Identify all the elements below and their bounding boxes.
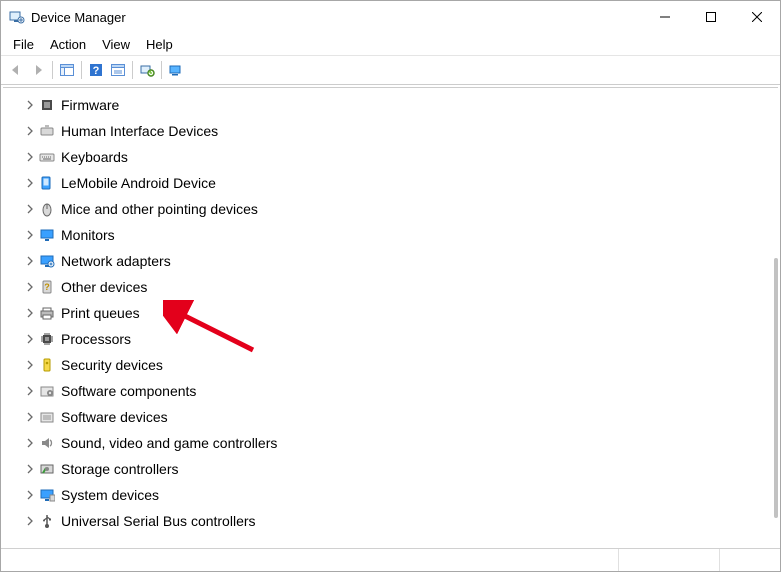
content-area: Firmware Human Interface Devices Keyboards… (3, 87, 778, 546)
tree-item-label: Software components (61, 383, 196, 399)
tree-item[interactable]: ? Other devices (23, 274, 778, 300)
tree-item[interactable]: Monitors (23, 222, 778, 248)
chevron-right-icon[interactable] (23, 306, 37, 320)
tree-item[interactable]: Processors (23, 326, 778, 352)
app-icon (9, 9, 25, 25)
status-cell-1 (1, 549, 619, 571)
mouse-icon (39, 201, 55, 217)
titlebar: Device Manager (1, 1, 780, 33)
menu-action[interactable]: Action (42, 35, 94, 54)
chevron-right-icon[interactable] (23, 150, 37, 164)
chevron-right-icon[interactable] (23, 254, 37, 268)
menu-help[interactable]: Help (138, 35, 181, 54)
swcomp-icon (39, 383, 55, 399)
chevron-right-icon[interactable] (23, 202, 37, 216)
tree-item[interactable]: Human Interface Devices (23, 118, 778, 144)
keyboard-icon (39, 149, 55, 165)
show-hide-console-tree-button[interactable] (56, 59, 78, 81)
window-title: Device Manager (31, 10, 126, 25)
tree-item[interactable]: Mice and other pointing devices (23, 196, 778, 222)
tree-item[interactable]: System devices (23, 482, 778, 508)
tree-item-label: Sound, video and game controllers (61, 435, 277, 451)
tree-item-label: Processors (61, 331, 131, 347)
tree-item[interactable]: LeMobile Android Device (23, 170, 778, 196)
tree-item-label: Human Interface Devices (61, 123, 218, 139)
window-controls (642, 1, 780, 33)
properties-button[interactable] (107, 59, 129, 81)
tree-item[interactable]: Network adapters (23, 248, 778, 274)
scan-hardware-button[interactable] (136, 59, 158, 81)
device-tree[interactable]: Firmware Human Interface Devices Keyboards… (3, 88, 778, 546)
chevron-right-icon[interactable] (23, 462, 37, 476)
tree-item-label: Firmware (61, 97, 119, 113)
help-button[interactable]: ? (85, 59, 107, 81)
security-icon (39, 357, 55, 373)
chevron-right-icon[interactable] (23, 124, 37, 138)
toolbar: ? (1, 56, 780, 85)
tree-item-label: Universal Serial Bus controllers (61, 513, 256, 529)
tree-item-label: LeMobile Android Device (61, 175, 216, 191)
chevron-right-icon[interactable] (23, 358, 37, 372)
back-button[interactable] (5, 59, 27, 81)
statusbar (1, 548, 780, 571)
tree-item[interactable]: Sound, video and game controllers (23, 430, 778, 456)
tree-item[interactable]: Security devices (23, 352, 778, 378)
tree-item-label: Monitors (61, 227, 115, 243)
chevron-right-icon[interactable] (23, 280, 37, 294)
scrollbar[interactable] (774, 258, 778, 518)
tree-item[interactable]: Software components (23, 378, 778, 404)
storage-icon (39, 461, 55, 477)
android-icon (39, 175, 55, 191)
menu-view[interactable]: View (94, 35, 138, 54)
other-icon: ? (39, 279, 55, 295)
chevron-right-icon[interactable] (23, 98, 37, 112)
printer-icon (39, 305, 55, 321)
tree-item[interactable]: Storage controllers (23, 456, 778, 482)
maximize-button[interactable] (688, 1, 734, 33)
tree-item-label: Keyboards (61, 149, 128, 165)
svg-text:?: ? (44, 282, 50, 292)
chevron-right-icon[interactable] (23, 436, 37, 450)
tree-item-label: System devices (61, 487, 159, 503)
menubar: File Action View Help (1, 33, 780, 56)
chevron-right-icon[interactable] (23, 514, 37, 528)
tree-item-label: Security devices (61, 357, 163, 373)
tree-item-label: Print queues (61, 305, 140, 321)
minimize-button[interactable] (642, 1, 688, 33)
chevron-right-icon[interactable] (23, 384, 37, 398)
tree-item-label: Software devices (61, 409, 168, 425)
tree-item[interactable]: Universal Serial Bus controllers (23, 508, 778, 534)
tree-item-label: Network adapters (61, 253, 171, 269)
usb-icon (39, 513, 55, 529)
firmware-icon (39, 97, 55, 113)
chevron-right-icon[interactable] (23, 410, 37, 424)
sound-icon (39, 435, 55, 451)
chevron-right-icon[interactable] (23, 176, 37, 190)
device-manager-window: Device Manager File Action View Help (0, 0, 781, 572)
tree-item[interactable]: Software devices (23, 404, 778, 430)
tree-item-label: Mice and other pointing devices (61, 201, 258, 217)
tree-item[interactable]: Print queues (23, 300, 778, 326)
tree-item-label: Other devices (61, 279, 147, 295)
cpu-icon (39, 331, 55, 347)
monitor-icon (39, 227, 55, 243)
status-cell-2 (619, 549, 720, 571)
tree-item[interactable]: Keyboards (23, 144, 778, 170)
chevron-right-icon[interactable] (23, 332, 37, 346)
tree-item-label: Storage controllers (61, 461, 179, 477)
svg-text:?: ? (93, 65, 100, 77)
hid-icon (39, 123, 55, 139)
tree-item[interactable]: Firmware (23, 92, 778, 118)
status-cell-3 (720, 549, 780, 571)
chevron-right-icon[interactable] (23, 228, 37, 242)
menu-file[interactable]: File (5, 35, 42, 54)
close-button[interactable] (734, 1, 780, 33)
chevron-right-icon[interactable] (23, 488, 37, 502)
network-icon (39, 253, 55, 269)
swdev-icon (39, 409, 55, 425)
devices-and-printers-button[interactable] (165, 59, 187, 81)
forward-button[interactable] (27, 59, 49, 81)
system-icon (39, 487, 55, 503)
